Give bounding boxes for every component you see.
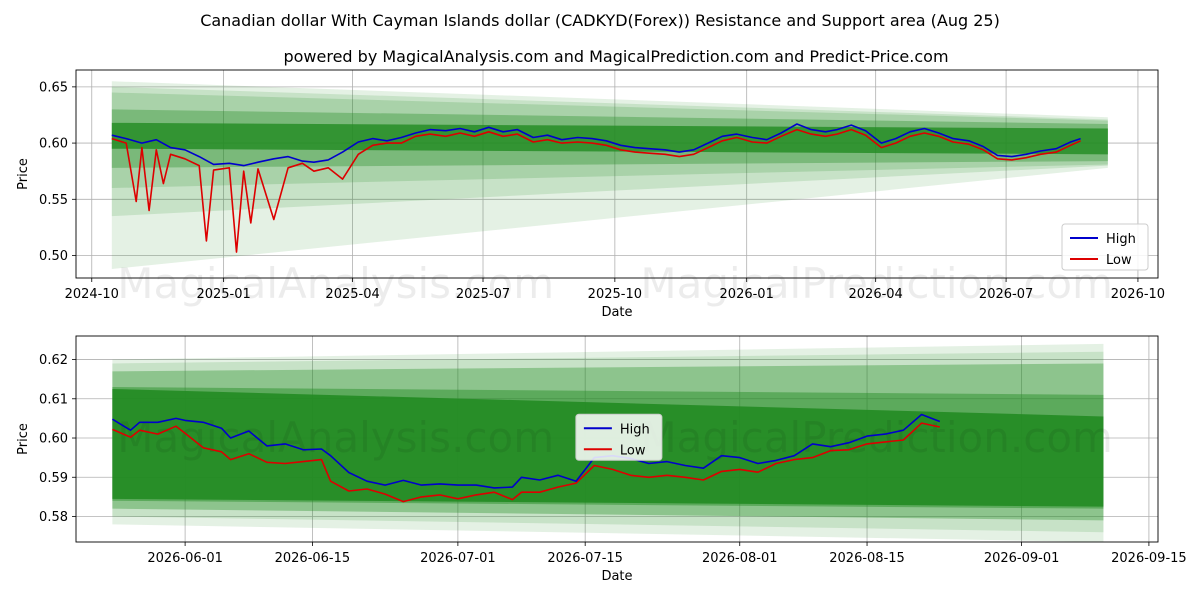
x-axis-label: Date xyxy=(601,569,632,584)
x-tick-label: 2026-08-15 xyxy=(829,551,905,566)
x-tick-label: 2026-10 xyxy=(1111,287,1165,302)
x-tick-label: 2026-09-01 xyxy=(984,551,1060,566)
y-tick-label: 0.61 xyxy=(39,392,68,407)
bottom-chart-panel: MagicalAnalysis.com MagicalPrediction.com… xyxy=(16,335,1187,584)
watermark-prediction: MagicalPrediction.com xyxy=(640,413,1113,462)
x-tick-label: 2026-06-15 xyxy=(275,551,351,566)
chart-subtitle: powered by MagicalAnalysis.com and Magic… xyxy=(283,47,948,66)
x-tick-label: 2026-04 xyxy=(849,287,903,302)
y-axis-label: Price xyxy=(16,423,31,455)
y-tick-label: 0.50 xyxy=(39,249,68,264)
legend: High Low xyxy=(575,413,663,461)
legend-label-high: High xyxy=(620,422,650,437)
chart-figure: Canadian dollar With Cayman Islands doll… xyxy=(16,11,1187,584)
chart-title: Canadian dollar With Cayman Islands doll… xyxy=(200,11,1000,30)
legend-label-high: High xyxy=(1106,232,1136,247)
x-tick-label: 2026-08-01 xyxy=(702,551,778,566)
support-resistance-bands xyxy=(111,81,1108,270)
y-tick-label: 0.55 xyxy=(39,193,68,208)
x-axis-label: Date xyxy=(601,305,632,320)
y-tick-label: 0.62 xyxy=(39,353,68,368)
x-tick-label: 2025-10 xyxy=(588,287,642,302)
y-tick-label: 0.59 xyxy=(39,471,68,486)
x-tick-label: 2024-10 xyxy=(65,287,119,302)
x-tick-label: 2026-07-15 xyxy=(547,551,623,566)
x-tick-label: 2025-07 xyxy=(456,287,510,302)
x-tick-label: 2026-06-01 xyxy=(147,551,223,566)
y-tick-label: 0.60 xyxy=(39,137,68,152)
legend-box xyxy=(1061,223,1149,271)
legend-label-low: Low xyxy=(620,443,646,458)
x-tick-label: 2026-01 xyxy=(720,287,774,302)
x-tick-label: 2026-07 xyxy=(979,287,1033,302)
x-tick-label: 2026-07-01 xyxy=(420,551,496,566)
x-tick-label: 2025-04 xyxy=(325,287,379,302)
x-tick-label: 2026-09-15 xyxy=(1111,551,1187,566)
legend-label-low: Low xyxy=(1106,253,1132,268)
top-chart-panel: MagicalAnalysis.com MagicalPrediction.com… xyxy=(16,69,1165,320)
x-tick-label: 2025-01 xyxy=(196,287,250,302)
y-axis-label: Price xyxy=(16,158,31,190)
y-tick-label: 0.65 xyxy=(39,80,68,95)
y-tick-label: 0.58 xyxy=(39,510,68,525)
legend: High Low xyxy=(1061,223,1149,271)
y-tick-label: 0.60 xyxy=(39,432,68,447)
